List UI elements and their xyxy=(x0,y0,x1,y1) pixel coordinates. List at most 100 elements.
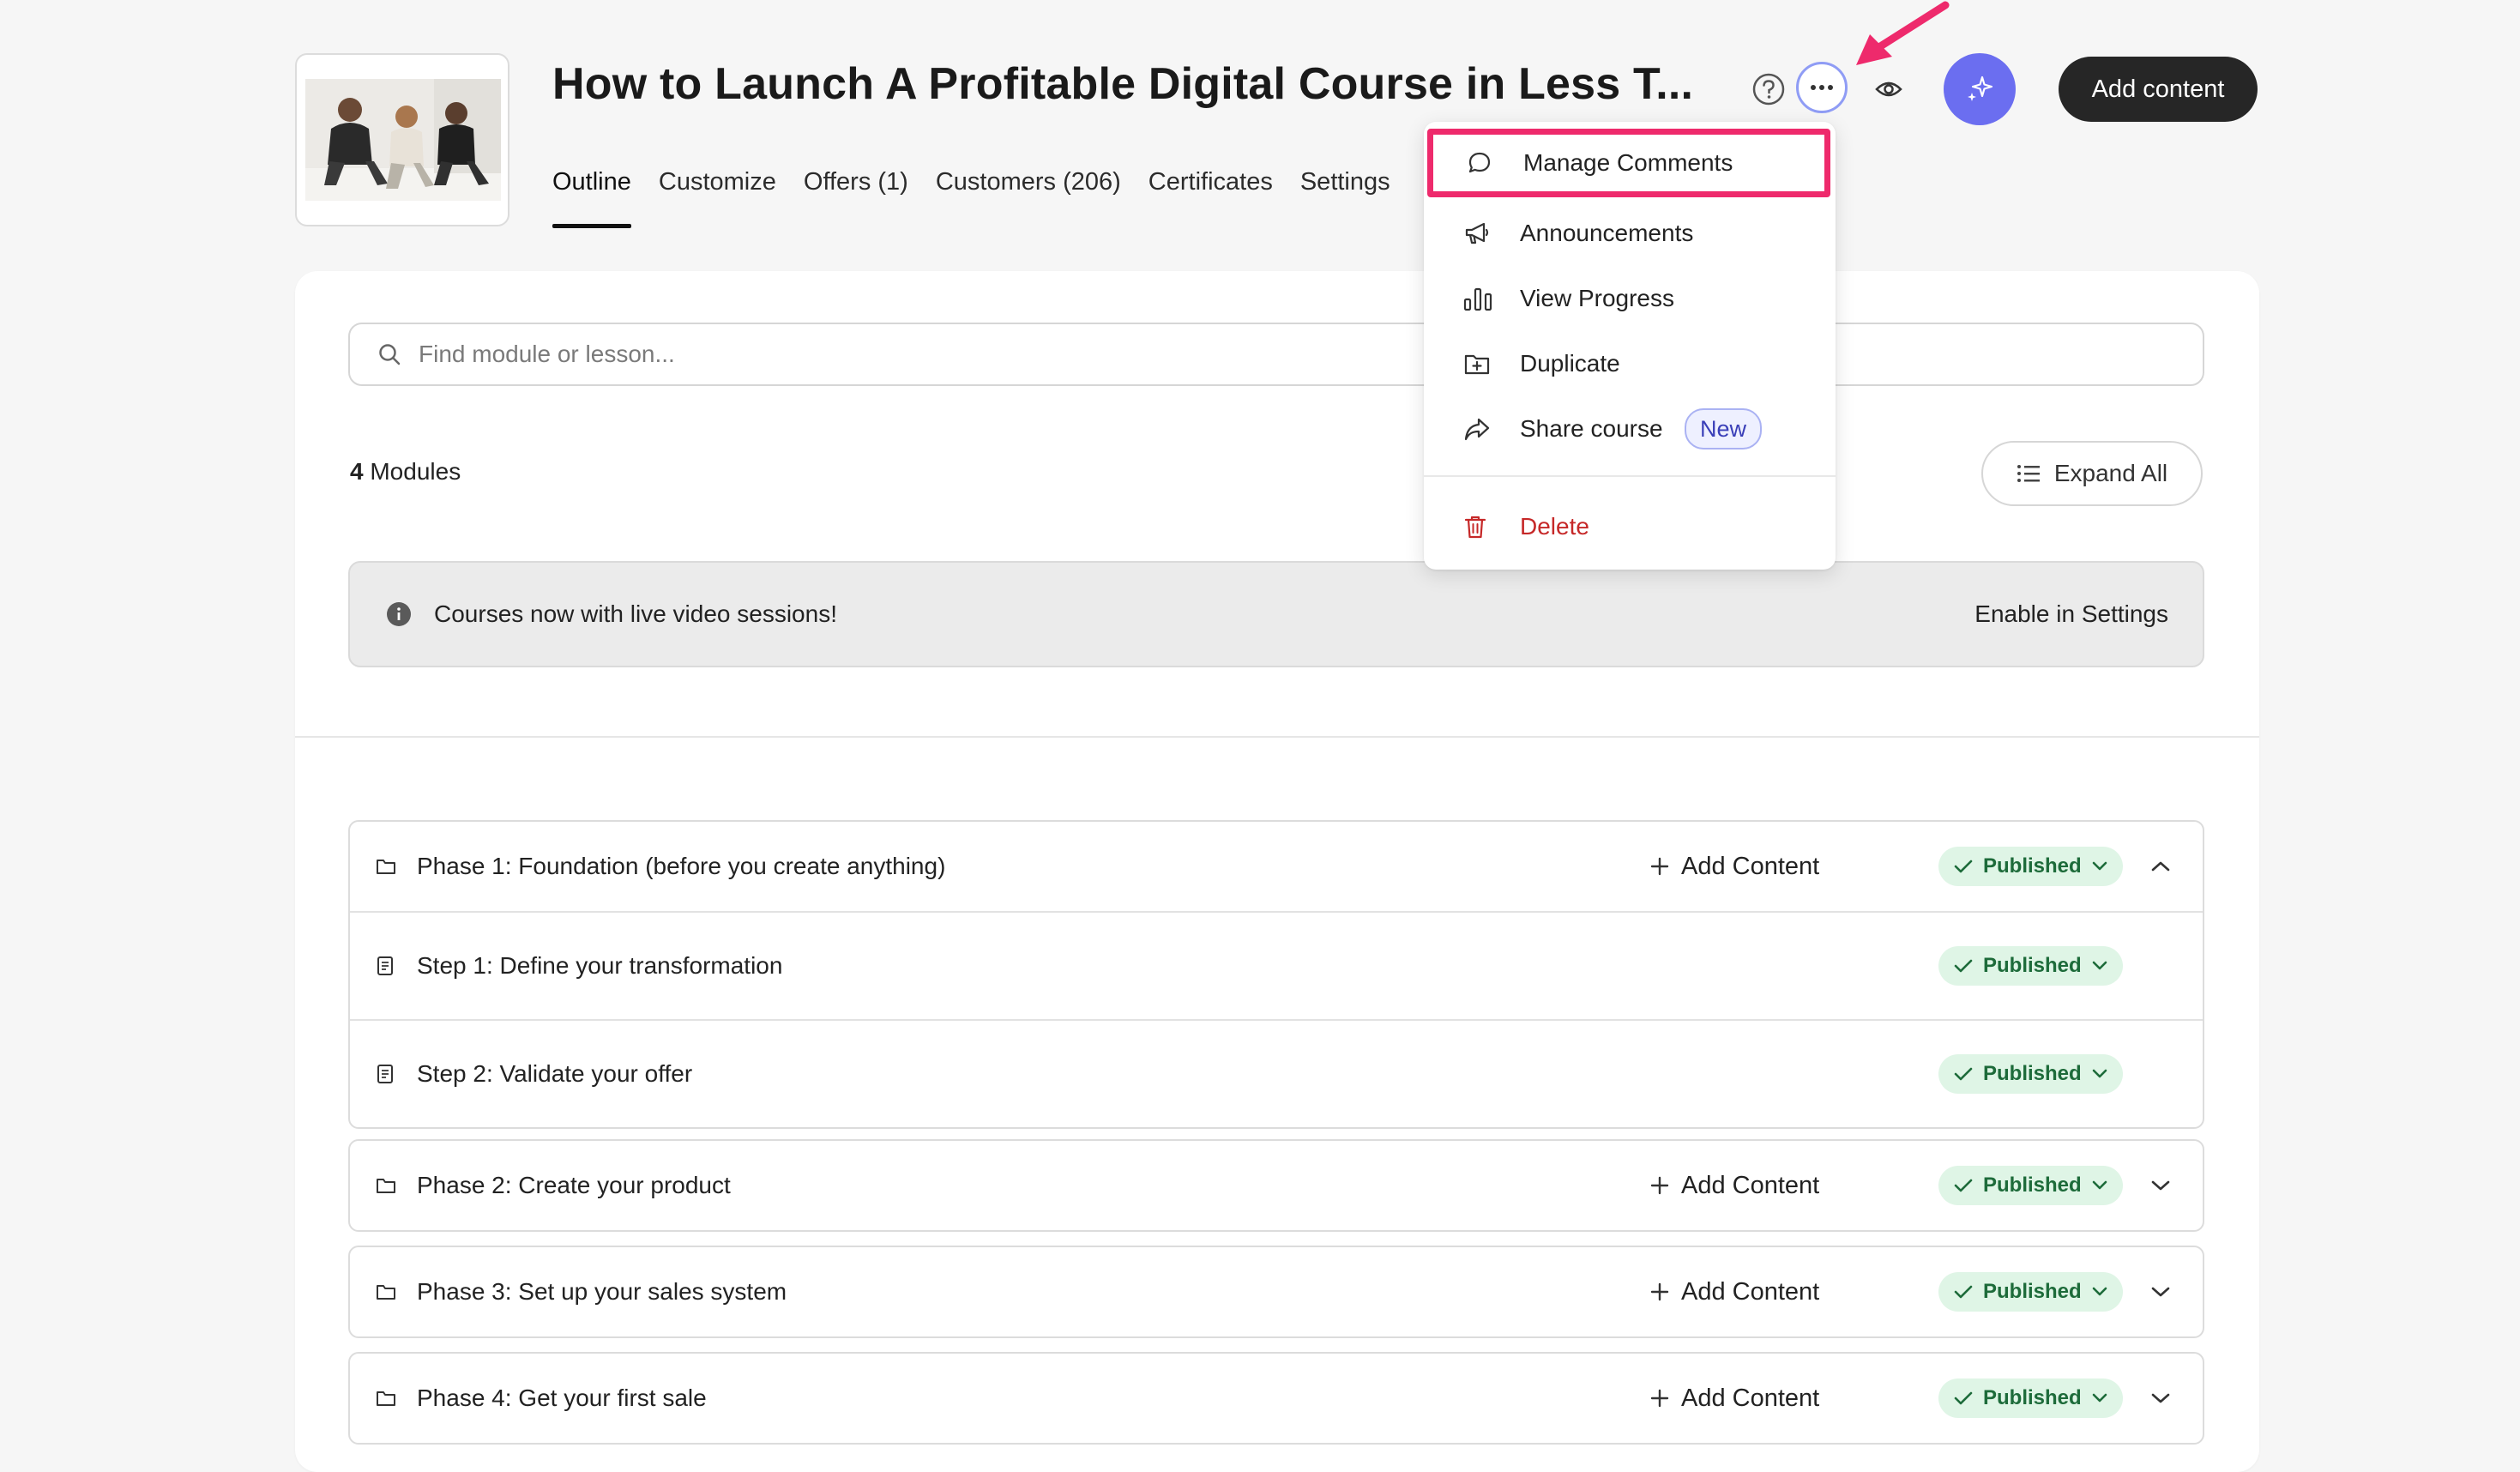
status-label: Published xyxy=(1983,854,2082,878)
preview-button[interactable] xyxy=(1870,72,1908,106)
check-icon xyxy=(1954,1067,1973,1081)
tab-customers[interactable]: Customers (206) xyxy=(936,168,1121,228)
module-title: Phase 3: Set up your sales system xyxy=(417,1278,787,1305)
course-thumbnail-image xyxy=(305,79,501,201)
help-button[interactable] xyxy=(1751,72,1786,106)
add-content-label: Add Content xyxy=(1681,1171,1820,1199)
check-icon xyxy=(1954,860,1973,873)
module-title: Phase 1: Foundation (before you create a… xyxy=(417,853,946,879)
status-label: Published xyxy=(1983,1280,2082,1303)
expand-button[interactable] xyxy=(2151,1179,2170,1191)
chevron-down-icon xyxy=(2092,1287,2107,1296)
status-badge[interactable]: Published xyxy=(1938,1054,2123,1094)
course-thumbnail[interactable] xyxy=(295,53,509,226)
module-title: Phase 4: Get your first sale xyxy=(417,1385,707,1411)
status-badge[interactable]: Published xyxy=(1938,946,2123,986)
folder-plus-icon xyxy=(1463,352,1491,376)
expand-button[interactable] xyxy=(2151,1286,2170,1298)
document-icon xyxy=(376,1064,395,1084)
tab-settings[interactable]: Settings xyxy=(1300,168,1390,228)
tab-outline[interactable]: Outline xyxy=(552,168,631,228)
folder-icon xyxy=(376,1390,396,1407)
course-tabs: Outline Customize Offers (1) Customers (… xyxy=(552,168,1390,228)
tab-customize[interactable]: Customize xyxy=(659,168,776,228)
status-label: Published xyxy=(1983,1386,2082,1409)
module-phase-4: Phase 4: Get your first sale Add Content… xyxy=(348,1352,2204,1445)
search-icon xyxy=(377,342,401,366)
comment-icon xyxy=(1467,150,1492,176)
collapse-button[interactable] xyxy=(2151,860,2170,872)
chevron-down-icon xyxy=(2092,861,2107,871)
chevron-down-icon xyxy=(2092,1180,2107,1190)
module-row[interactable]: Phase 2: Create your product Add Content… xyxy=(350,1141,2203,1230)
status-badge[interactable]: Published xyxy=(1938,847,2123,886)
add-content-link[interactable]: Add Content xyxy=(1650,1385,1819,1413)
share-icon xyxy=(1463,416,1491,442)
tab-offers[interactable]: Offers (1) xyxy=(804,168,908,228)
list-icon xyxy=(2017,465,2040,482)
menu-item-manage-comments[interactable]: Manage Comments xyxy=(1427,129,1830,197)
status-label: Published xyxy=(1983,1173,2082,1197)
check-icon xyxy=(1954,1285,1973,1299)
expand-button[interactable] xyxy=(2151,1392,2170,1404)
menu-item-announcements[interactable]: Announcements xyxy=(1424,202,1836,264)
chevron-down-icon xyxy=(2151,1180,2170,1191)
search-input[interactable] xyxy=(417,340,2203,369)
menu-item-label: Share course xyxy=(1520,415,1663,442)
chevron-down-icon xyxy=(2151,1393,2170,1403)
add-content-link[interactable]: Add Content xyxy=(1650,853,1819,881)
course-title: How to Launch A Profitable Digital Cours… xyxy=(552,59,1694,109)
search-bar[interactable] xyxy=(348,323,2204,386)
info-icon xyxy=(386,601,412,627)
menu-item-label: Delete xyxy=(1520,513,1589,540)
folder-icon xyxy=(376,858,396,875)
modules-count: 4 Modules xyxy=(350,458,461,486)
chevron-down-icon xyxy=(2092,961,2107,970)
add-content-button[interactable]: Add content xyxy=(2059,57,2258,122)
enable-in-settings-link[interactable]: Enable in Settings xyxy=(1974,600,2168,628)
trash-icon xyxy=(1463,514,1487,540)
status-badge[interactable]: Published xyxy=(1938,1272,2123,1312)
chevron-down-icon xyxy=(2151,1287,2170,1297)
menu-item-share-course[interactable]: Share course New xyxy=(1424,398,1836,460)
chevron-down-icon xyxy=(2092,1393,2107,1403)
tab-certificates[interactable]: Certificates xyxy=(1148,168,1273,228)
module-phase-1: Phase 1: Foundation (before you create a… xyxy=(348,820,2204,1129)
lesson-row[interactable]: Step 1: Define your transformation Publi… xyxy=(350,911,2203,1019)
lesson-title: Step 1: Define your transformation xyxy=(417,952,783,979)
check-icon xyxy=(1954,959,1973,973)
add-content-link[interactable]: Add Content xyxy=(1650,1172,1819,1200)
menu-item-duplicate[interactable]: Duplicate xyxy=(1424,333,1836,395)
status-badge[interactable]: Published xyxy=(1938,1378,2123,1418)
megaphone-icon xyxy=(1463,220,1491,246)
chevron-up-icon xyxy=(2151,861,2170,872)
modules-count-number: 4 xyxy=(350,458,364,485)
expand-all-button[interactable]: Expand All xyxy=(1981,441,2203,506)
menu-item-label: Duplicate xyxy=(1520,350,1620,377)
add-content-link[interactable]: Add Content xyxy=(1650,1278,1819,1306)
more-options-button[interactable] xyxy=(1796,62,1848,113)
module-row[interactable]: Phase 4: Get your first sale Add Content… xyxy=(350,1354,2203,1443)
menu-item-delete[interactable]: Delete xyxy=(1424,496,1836,558)
menu-item-view-progress[interactable]: View Progress xyxy=(1424,268,1836,329)
module-title: Phase 2: Create your product xyxy=(417,1172,731,1198)
check-icon xyxy=(1954,1391,1973,1405)
folder-icon xyxy=(376,1177,396,1194)
folder-icon xyxy=(376,1283,396,1300)
lesson-title: Step 2: Validate your offer xyxy=(417,1060,693,1087)
status-label: Published xyxy=(1983,1062,2082,1085)
module-row[interactable]: Phase 3: Set up your sales system Add Co… xyxy=(350,1247,2203,1336)
bar-chart-icon xyxy=(1463,286,1492,311)
status-badge[interactable]: Published xyxy=(1938,1166,2123,1205)
banner-text: Courses now with live video sessions! xyxy=(434,600,837,627)
document-icon xyxy=(376,956,395,976)
menu-divider xyxy=(1424,475,1836,477)
module-row[interactable]: Phase 1: Foundation (before you create a… xyxy=(350,822,2203,911)
module-phase-2: Phase 2: Create your product Add Content… xyxy=(348,1139,2204,1232)
menu-item-label: Manage Comments xyxy=(1523,149,1733,176)
outline-card: 4 Modules Expand All Courses now with li… xyxy=(295,271,2259,1472)
ellipsis-icon xyxy=(1811,85,1833,90)
sparkle-icon xyxy=(1968,75,1993,101)
lesson-row[interactable]: Step 2: Validate your offer Published xyxy=(350,1019,2203,1127)
module-phase-3: Phase 3: Set up your sales system Add Co… xyxy=(348,1246,2204,1338)
